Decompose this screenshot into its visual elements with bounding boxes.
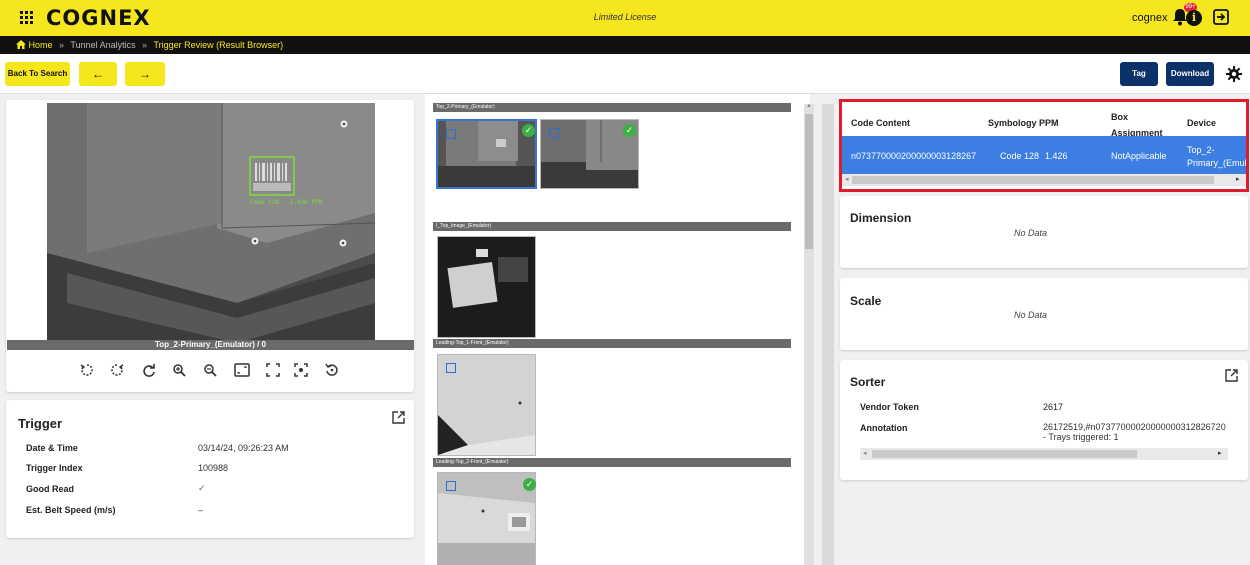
top-bar: COGNEX Limited License cognex 99+ i bbox=[0, 0, 1250, 36]
breadcrumb-separator: » bbox=[59, 40, 65, 50]
thumbnail-checkbox[interactable] bbox=[446, 481, 456, 491]
annotation-line: - Trays triggered: 1 bbox=[1043, 432, 1119, 442]
scrollbar-thumb[interactable] bbox=[852, 176, 1214, 184]
field-value: 100988 bbox=[198, 463, 229, 473]
image-group-header: Leading-Top_2-Front_(Emulator) bbox=[433, 458, 791, 467]
field-label: Est. Belt Speed (m/s) bbox=[26, 505, 116, 515]
rotate-ccw-icon[interactable] bbox=[80, 363, 94, 382]
box-assignment-cell: NotApplicable bbox=[1111, 151, 1167, 161]
results-table: Code Content Symbology PPM Box Assignmen… bbox=[839, 99, 1249, 192]
dimension-no-data: No Data bbox=[1014, 228, 1048, 238]
zoom-out-icon[interactable] bbox=[203, 363, 217, 382]
annotation-value: 26172519,#n07377000020000000312826720 - … bbox=[1043, 422, 1239, 442]
logout-icon[interactable] bbox=[1213, 9, 1229, 30]
breadcrumb-separator: » bbox=[142, 40, 148, 50]
scroll-left-arrow-icon[interactable]: ◂ bbox=[863, 449, 867, 457]
trigger-title: Trigger bbox=[18, 416, 63, 431]
info-icon[interactable]: i bbox=[1186, 10, 1202, 26]
breadcrumb-tunnel-analytics[interactable]: Tunnel Analytics bbox=[70, 40, 135, 50]
username[interactable]: cognex bbox=[1132, 12, 1167, 24]
good-read-check-icon: ✓ bbox=[523, 478, 536, 491]
toolbar: Back To Search ← → Tag Download bbox=[0, 54, 1250, 94]
breadcrumb-home[interactable]: Home bbox=[16, 40, 55, 50]
annotation-label: Annotation bbox=[860, 423, 908, 433]
refresh-icon[interactable] bbox=[142, 363, 156, 382]
license-label: Limited License bbox=[593, 12, 657, 22]
sorter-title: Sorter bbox=[850, 375, 886, 389]
breadcrumb: Home » Tunnel Analytics » Trigger Review… bbox=[0, 36, 1250, 54]
image-list: Top_2-Primary_(Emulator) ✓ ✓ I_Top_Image… bbox=[425, 94, 810, 565]
good-read-check: ✓ bbox=[198, 483, 206, 493]
field-value: – bbox=[198, 505, 204, 515]
brand-logo: COGNEX bbox=[46, 6, 151, 30]
zoom-in-icon[interactable] bbox=[172, 363, 186, 382]
thumbnail-checkbox[interactable] bbox=[549, 128, 559, 138]
scroll-right-arrow-icon[interactable]: ▸ bbox=[1236, 175, 1240, 183]
device-cell: Top_2-Primary_(Emul bbox=[1187, 145, 1246, 168]
ppm-cell: 1.426 bbox=[1045, 151, 1068, 161]
scroll-left-arrow-icon[interactable]: ◂ bbox=[845, 175, 849, 183]
image-caption: Top_2-Primary_(Emulator) / 0 bbox=[7, 340, 414, 350]
barcode-overlay-label: Code 128 - 1.426 PPM bbox=[250, 199, 323, 206]
image-list-scrollbar[interactable] bbox=[804, 104, 814, 565]
thumbnail-checkbox[interactable] bbox=[446, 129, 456, 139]
scroll-right-arrow-icon[interactable]: ▸ bbox=[1218, 449, 1222, 457]
good-read-check-icon: ✓ bbox=[623, 124, 636, 137]
field-label: Good Read bbox=[26, 484, 75, 494]
annotation-line: 26172519,#n07377000020000000312826720 bbox=[1043, 422, 1226, 432]
annotation-horizontal-scrollbar[interactable]: ◂ ▸ bbox=[860, 448, 1228, 460]
fit-screen-icon[interactable] bbox=[234, 363, 250, 382]
sorter-panel bbox=[840, 360, 1248, 480]
column-header[interactable]: PPM bbox=[1039, 118, 1059, 128]
app-grid-icon[interactable] bbox=[20, 11, 34, 30]
image-group-header: I_Top_Image_(Emulator) bbox=[433, 222, 791, 231]
open-external-icon[interactable] bbox=[1225, 369, 1238, 387]
settings-gear-icon[interactable] bbox=[1226, 66, 1242, 87]
back-to-search-button[interactable]: Back To Search bbox=[5, 62, 70, 86]
table-horizontal-scrollbar[interactable]: ◂ ▸ bbox=[842, 174, 1246, 186]
scrollbar-thumb[interactable] bbox=[872, 450, 1137, 458]
vendor-token-label: Vendor Token bbox=[860, 402, 919, 412]
scroll-up-arrow-icon[interactable]: ▲ bbox=[806, 103, 812, 109]
thumbnail[interactable] bbox=[437, 472, 536, 565]
column-header[interactable]: Device bbox=[1187, 118, 1216, 128]
good-read-check-icon: ✓ bbox=[522, 124, 535, 137]
vendor-token-value: 2617 bbox=[1043, 402, 1064, 412]
center-focus-icon[interactable] bbox=[294, 363, 308, 382]
main-image[interactable]: Code 128 - 1.426 PPM bbox=[47, 103, 375, 349]
previous-button[interactable]: ← bbox=[79, 62, 117, 86]
table-row[interactable]: n07377000020000000312826​7 Code 128 1.42… bbox=[842, 136, 1246, 174]
fullscreen-icon[interactable] bbox=[266, 363, 280, 382]
image-group-header: Leading-Top_1-Front_(Emulator) bbox=[433, 339, 791, 348]
reset-icon[interactable] bbox=[325, 363, 339, 382]
symbology-cell: Code 128 bbox=[1000, 151, 1040, 161]
field-label: Trigger Index bbox=[26, 463, 83, 473]
thumbnail-checkbox[interactable] bbox=[446, 363, 456, 373]
field-label: Date & Time bbox=[26, 443, 78, 453]
open-external-icon[interactable] bbox=[392, 411, 405, 429]
thumbnail[interactable] bbox=[437, 236, 536, 338]
tag-button[interactable]: Tag bbox=[1120, 62, 1158, 86]
next-button[interactable]: → bbox=[125, 62, 165, 86]
column-header[interactable]: Symbology bbox=[988, 118, 1037, 128]
panel-splitter[interactable] bbox=[822, 104, 834, 565]
column-header[interactable]: Code Content bbox=[851, 118, 910, 128]
breadcrumb-current: Trigger Review (Result Browser) bbox=[153, 40, 284, 50]
scale-no-data: No Data bbox=[1014, 310, 1048, 320]
thumbnail[interactable] bbox=[437, 354, 536, 456]
scrollbar-thumb[interactable] bbox=[805, 114, 813, 249]
dimension-title: Dimension bbox=[850, 211, 912, 225]
scale-title: Scale bbox=[850, 294, 882, 308]
field-value: 03/14/24, 09:26:23 AM bbox=[198, 443, 289, 453]
image-group-header: Top_2-Primary_(Emulator) bbox=[433, 103, 791, 112]
download-button[interactable]: Download bbox=[1166, 62, 1214, 86]
rotate-cw-icon[interactable] bbox=[110, 363, 124, 382]
code-content-cell: n07377000020000000312826​7 bbox=[851, 151, 977, 161]
breadcrumb-home-label: Home bbox=[28, 40, 53, 50]
